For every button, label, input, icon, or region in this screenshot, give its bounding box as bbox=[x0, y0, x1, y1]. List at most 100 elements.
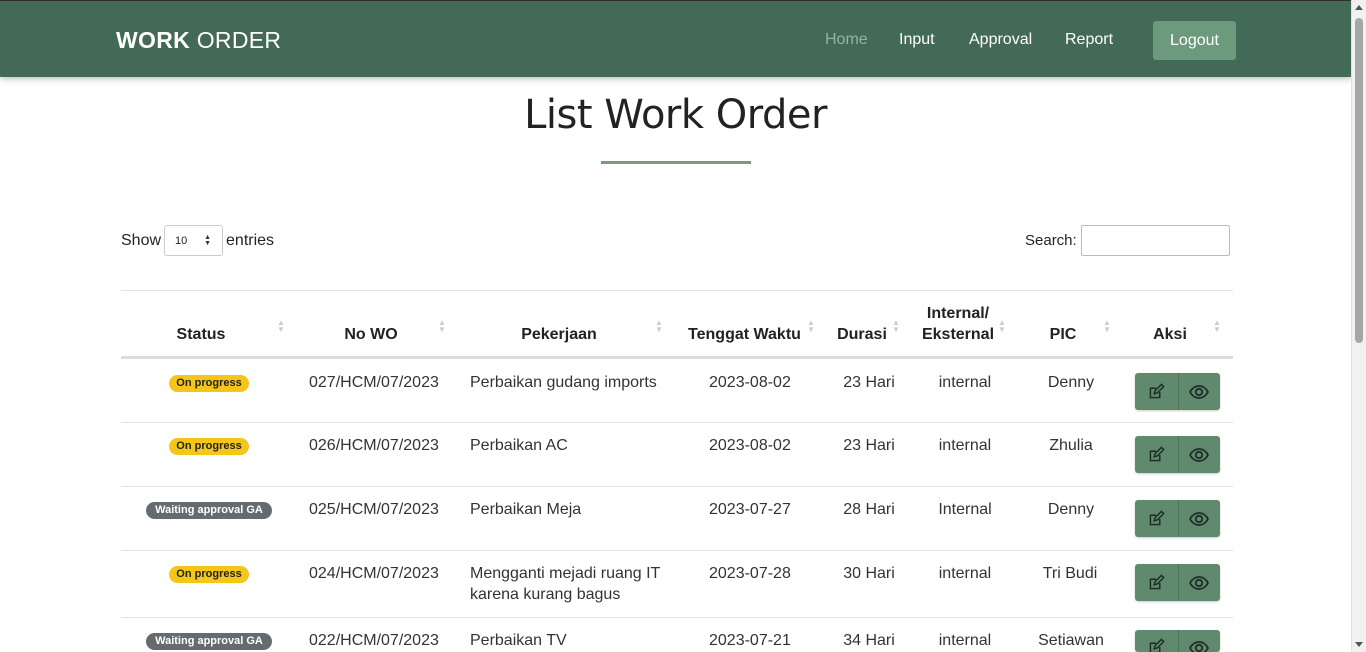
th-internal-line1[interactable]: Internal/ bbox=[918, 303, 998, 324]
search-label: Search: bbox=[1025, 232, 1077, 249]
status-badge: Waiting approval GA bbox=[146, 502, 272, 519]
edit-icon bbox=[1149, 445, 1165, 461]
work-order-table: Status ▲ ▼ No WO ▲ ▼ Pekerjaan ▲ ▼ Tenggat … bbox=[121, 290, 1233, 652]
sort-pic-icon[interactable]: ▲ ▼ bbox=[1103, 319, 1111, 334]
show-label: Show bbox=[121, 231, 162, 249]
brand-part2: ORDER bbox=[190, 27, 282, 53]
edit-button[interactable] bbox=[1135, 500, 1178, 537]
search-input[interactable] bbox=[1080, 225, 1230, 256]
eye-icon bbox=[1189, 384, 1210, 399]
entries-select[interactable]: 10 ▲ ▼ bbox=[164, 225, 224, 256]
table-row: On progress 024/HCM/07/2023 Mengganti me… bbox=[121, 551, 1233, 618]
table-header: Status ▲ ▼ No WO ▲ ▼ Pekerjaan ▲ ▼ Tenggat … bbox=[121, 290, 1233, 359]
cell-pic: Tri Budi bbox=[1042, 565, 1098, 582]
th-tenggat[interactable]: Tenggat Waktu bbox=[686, 324, 803, 345]
th-pic[interactable]: PIC bbox=[1033, 324, 1093, 345]
table-row: On progress 026/HCM/07/2023 Perbaikan AC… bbox=[121, 423, 1233, 487]
edit-icon bbox=[1149, 573, 1165, 589]
cell-durasi: 23 Hari bbox=[843, 374, 895, 391]
nav-input[interactable]: Input bbox=[899, 31, 935, 49]
cell-tenggat: 2023-08-02 bbox=[709, 437, 791, 454]
cell-tenggat: 2023-07-21 bbox=[709, 632, 791, 649]
sort-aksi-icon[interactable]: ▲ ▼ bbox=[1213, 319, 1221, 334]
table-row: Waiting approval GA 025/HCM/07/2023 Perb… bbox=[121, 487, 1233, 551]
sort-pekerjaan-icon[interactable]: ▲ ▼ bbox=[655, 319, 663, 334]
entries-control: Show 10 ▲ ▼ entries bbox=[121, 225, 274, 256]
nav-report[interactable]: Report bbox=[1065, 31, 1113, 49]
search-control: Search: bbox=[1025, 225, 1230, 256]
th-durasi[interactable]: Durasi bbox=[832, 324, 892, 345]
sort-durasi-icon[interactable]: ▲ ▼ bbox=[892, 319, 900, 334]
scroll-down-arrow[interactable] bbox=[1355, 642, 1363, 647]
cell-type: internal bbox=[938, 565, 992, 582]
edit-button[interactable] bbox=[1135, 436, 1178, 473]
cell-tenggat: 2023-08-02 bbox=[709, 374, 791, 391]
edit-icon bbox=[1149, 638, 1165, 652]
eye-icon bbox=[1189, 511, 1210, 526]
cell-durasi: 34 Hari bbox=[843, 632, 895, 649]
nav-approval[interactable]: Approval bbox=[969, 31, 1032, 49]
cell-pekerjaan: Perbaikan TV bbox=[470, 632, 567, 649]
table-row: On progress 027/HCM/07/2023 Perbaikan gu… bbox=[121, 359, 1233, 423]
view-button[interactable] bbox=[1177, 436, 1220, 473]
nav-home[interactable]: Home bbox=[825, 31, 868, 49]
view-button[interactable] bbox=[1177, 564, 1220, 601]
cell-durasi: 30 Hari bbox=[843, 565, 895, 582]
th-internal-line2[interactable]: Eksternal bbox=[918, 324, 998, 345]
cell-durasi: 23 Hari bbox=[843, 437, 895, 454]
status-badge: On progress bbox=[169, 438, 249, 455]
action-group bbox=[1135, 500, 1220, 537]
sort-no-wo-icon[interactable]: ▲ ▼ bbox=[438, 319, 446, 334]
cell-type: internal bbox=[938, 374, 992, 391]
th-status[interactable]: Status bbox=[161, 324, 241, 345]
cell-type: internal bbox=[938, 632, 992, 649]
brand-logo[interactable]: WORK ORDER bbox=[116, 27, 281, 54]
th-pekerjaan[interactable]: Pekerjaan bbox=[499, 324, 619, 345]
entries-label: entries bbox=[226, 231, 275, 249]
action-group bbox=[1135, 564, 1220, 601]
cell-type: Internal bbox=[938, 501, 992, 518]
action-group bbox=[1135, 373, 1220, 410]
view-button[interactable] bbox=[1177, 500, 1220, 537]
cell-no-wo: 026/HCM/07/2023 bbox=[309, 437, 439, 454]
eye-icon bbox=[1189, 447, 1210, 462]
select-arrows-icon: ▲ ▼ bbox=[204, 234, 212, 247]
scroll-thumb[interactable] bbox=[1355, 18, 1363, 343]
cell-durasi: 28 Hari bbox=[843, 501, 895, 518]
status-badge: On progress bbox=[169, 566, 249, 583]
th-no-wo[interactable]: No WO bbox=[321, 324, 421, 345]
table-row: Waiting approval GA 022/HCM/07/2023 Perb… bbox=[121, 618, 1233, 652]
view-button[interactable] bbox=[1177, 630, 1220, 652]
entries-value: 10 bbox=[175, 234, 188, 247]
action-group bbox=[1135, 630, 1220, 652]
edit-button[interactable] bbox=[1135, 564, 1178, 601]
status-badge: Waiting approval GA bbox=[146, 633, 272, 650]
action-group bbox=[1135, 436, 1220, 473]
cell-pic: Denny bbox=[1047, 374, 1095, 391]
cell-no-wo: 022/HCM/07/2023 bbox=[309, 632, 439, 649]
title-underline bbox=[601, 161, 751, 164]
sort-status-icon[interactable]: ▲ ▼ bbox=[277, 319, 285, 334]
scroll-up-arrow[interactable] bbox=[1355, 5, 1363, 10]
navbar: WORK ORDER Home Input Approval Report Lo… bbox=[0, 0, 1351, 77]
cell-no-wo: 024/HCM/07/2023 bbox=[309, 565, 439, 582]
cell-pekerjaan: Perbaikan AC bbox=[470, 437, 568, 454]
cell-pekerjaan: Perbaikan gudang imports bbox=[470, 374, 657, 391]
page-scrollbar[interactable] bbox=[1351, 0, 1366, 652]
view-button[interactable] bbox=[1177, 373, 1220, 410]
edit-icon bbox=[1149, 382, 1165, 398]
edit-button[interactable] bbox=[1135, 373, 1178, 410]
page-title: List Work Order bbox=[524, 92, 827, 138]
cell-tenggat: 2023-07-28 bbox=[709, 565, 791, 582]
logout-button[interactable]: Logout bbox=[1153, 21, 1236, 60]
edit-button[interactable] bbox=[1135, 630, 1178, 652]
cell-pekerjaan: Perbaikan Meja bbox=[470, 501, 582, 518]
sort-internal-icon[interactable]: ▲ ▼ bbox=[998, 319, 1006, 334]
cell-no-wo: 027/HCM/07/2023 bbox=[309, 374, 439, 391]
eye-icon bbox=[1189, 641, 1210, 652]
cell-pic: Setiawan bbox=[1038, 632, 1104, 649]
th-aksi[interactable]: Aksi bbox=[1140, 324, 1200, 345]
cell-no-wo: 025/HCM/07/2023 bbox=[309, 501, 439, 518]
status-badge: On progress bbox=[169, 375, 249, 392]
sort-tenggat-icon[interactable]: ▲ ▼ bbox=[807, 319, 815, 334]
